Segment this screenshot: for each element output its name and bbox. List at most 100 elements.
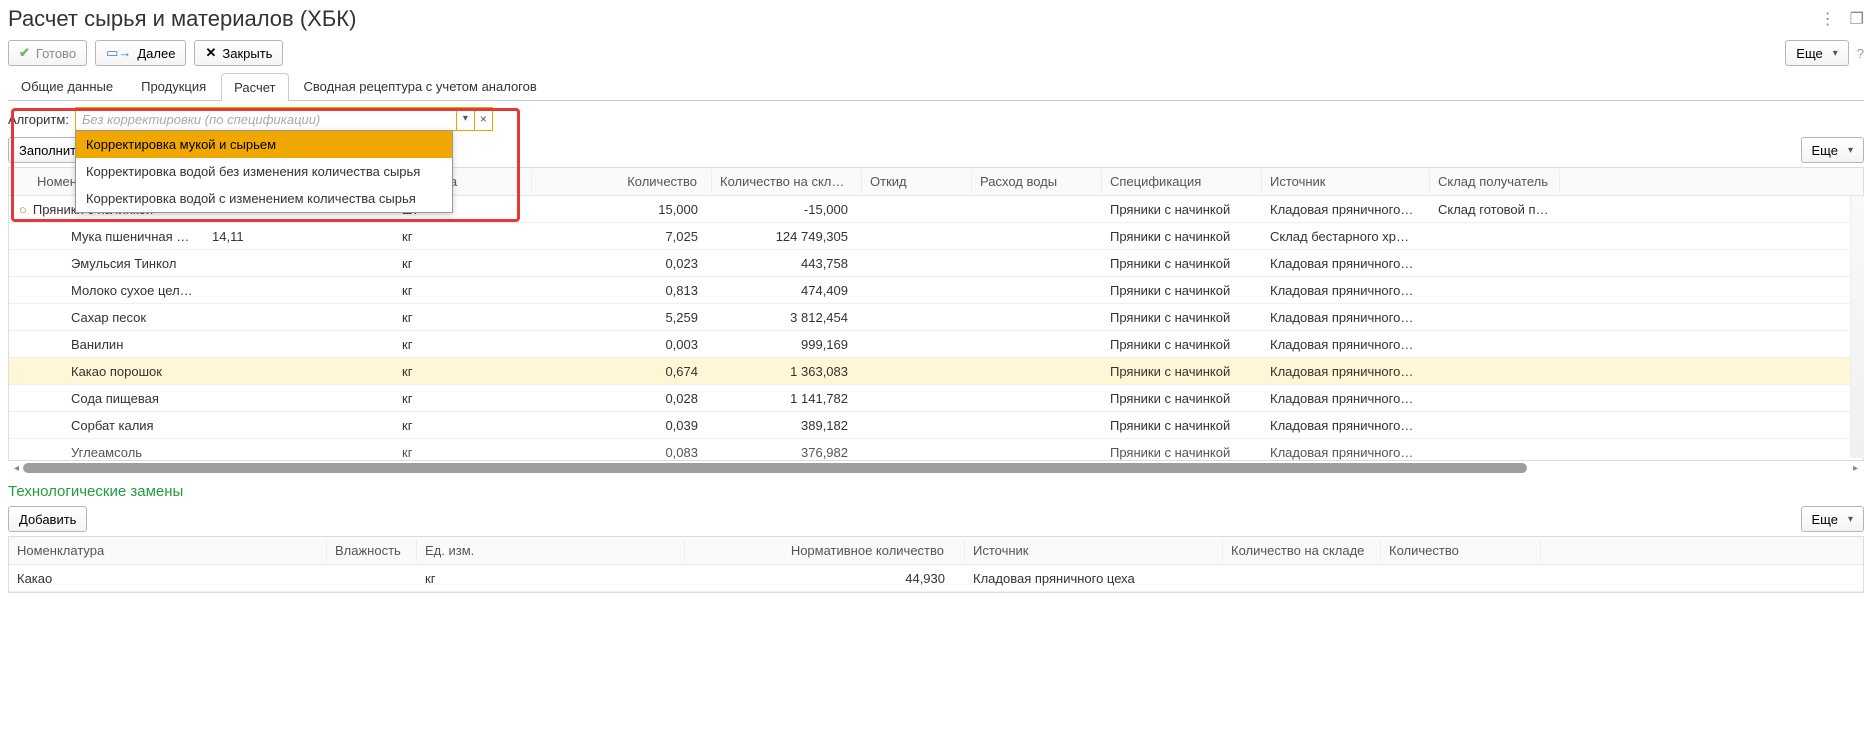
- col-header[interactable]: Источник: [965, 539, 1223, 562]
- window-icon[interactable]: ❐: [1850, 9, 1864, 29]
- add-button-label: Добавить: [19, 512, 76, 527]
- algorithm-input[interactable]: [76, 108, 456, 130]
- cell: Какао: [9, 568, 327, 589]
- next-icon: ▭→: [106, 45, 131, 61]
- cell: кг: [394, 388, 532, 409]
- cell: [204, 422, 394, 428]
- col-header[interactable]: Влажность: [327, 539, 417, 562]
- col-header[interactable]: Номенклатура: [9, 539, 327, 562]
- table-row[interactable]: Сода пищеваякг0,0281 141,782Пряники с на…: [9, 385, 1863, 412]
- cell: Кладовая пряничного…: [1262, 415, 1430, 436]
- table-row[interactable]: Молоко сухое цел…кг0,813474,409Пряники с…: [9, 277, 1863, 304]
- table-row[interactable]: Мука пшеничная …14,11кг7,025124 749,305П…: [9, 223, 1863, 250]
- cell: кг: [394, 334, 532, 355]
- tab-0[interactable]: Общие данные: [8, 72, 126, 100]
- cell: 0,813: [532, 280, 712, 301]
- cell: [204, 368, 394, 374]
- help-icon[interactable]: ?: [1857, 46, 1864, 61]
- algo-option-2[interactable]: Корректировка водой с изменением количес…: [76, 185, 452, 212]
- more-button-table1[interactable]: Еще ▾: [1801, 137, 1864, 163]
- col-header[interactable]: Количество: [1381, 539, 1541, 562]
- cell: 999,169: [712, 334, 862, 355]
- close-button[interactable]: ✕ Закрыть: [194, 40, 283, 66]
- next-button[interactable]: ▭→ Далее: [95, 40, 186, 66]
- cell: [1430, 450, 1560, 456]
- col-header[interactable]: Спецификация: [1102, 170, 1262, 193]
- cell: [1430, 260, 1560, 266]
- cell: Склад готовой про…: [1430, 199, 1560, 220]
- chevron-down-icon: ▾: [1848, 145, 1853, 156]
- cell: [1430, 233, 1560, 239]
- cell: [1430, 314, 1560, 320]
- cell: [327, 575, 417, 581]
- cell: Кладовая пряничного…: [1262, 388, 1430, 409]
- more-button-label: Еще: [1812, 143, 1838, 158]
- cell: Кладовая пряничного…: [1262, 442, 1430, 460]
- cell: [972, 341, 1102, 347]
- table-row[interactable]: Эмульсия Тинколкг0,023443,758Пряники с н…: [9, 250, 1863, 277]
- table-row[interactable]: Какао порошоккг0,6741 363,083Пряники с н…: [9, 358, 1863, 385]
- cell: Пряники с начинкой: [1102, 226, 1262, 247]
- combo-dropdown-icon[interactable]: ▾: [456, 108, 474, 130]
- tab-3[interactable]: Сводная рецептура с учетом аналогов: [291, 72, 550, 100]
- col-header[interactable]: Ед. изм.: [417, 539, 685, 562]
- col-header[interactable]: Склад получатель: [1430, 170, 1560, 193]
- col-header[interactable]: Нормативное количество: [685, 539, 965, 562]
- horizontal-scrollbar[interactable]: ◂ ▸: [8, 461, 1864, 475]
- cell: 14,11: [204, 226, 394, 247]
- scrollbar-track[interactable]: [23, 463, 1527, 473]
- cell: кг: [394, 415, 532, 436]
- cell: Сода пищевая: [9, 388, 204, 409]
- cell: 443,758: [712, 253, 862, 274]
- col-header[interactable]: Количество на складе: [712, 170, 862, 193]
- col-header[interactable]: Количество: [532, 170, 712, 193]
- algo-option-0[interactable]: Корректировка мукой и сырьем: [76, 131, 452, 158]
- col-header[interactable]: Количество на складе: [1223, 539, 1381, 562]
- cell: Мука пшеничная …: [9, 226, 204, 247]
- combo-clear-icon[interactable]: ×: [474, 108, 492, 130]
- algorithm-dropdown: Корректировка мукой и сырьемКорректировк…: [75, 130, 453, 213]
- cell: Пряники с начинкой: [1102, 388, 1262, 409]
- table-row[interactable]: Какаокг44,930Кладовая пряничного цеха: [9, 565, 1863, 592]
- cell: 44,930: [685, 568, 965, 589]
- close-button-label: Закрыть: [222, 46, 272, 61]
- vertical-scrollbar[interactable]: [1850, 196, 1864, 458]
- cell: Эмульсия Тинкол: [9, 253, 204, 274]
- fill-button-label: Заполнить: [19, 143, 83, 158]
- algo-option-1[interactable]: Корректировка водой без изменения количе…: [76, 158, 452, 185]
- tab-2[interactable]: Расчет: [221, 73, 288, 101]
- kebab-icon[interactable]: ⋮: [1820, 9, 1836, 29]
- col-header[interactable]: Источник: [1262, 170, 1430, 193]
- cell: [972, 233, 1102, 239]
- table-row[interactable]: Сахар песоккг5,2593 812,454Пряники с нач…: [9, 304, 1863, 331]
- cell: Пряники с начинкой: [1102, 334, 1262, 355]
- table-row[interactable]: Сорбат калиякг0,039389,182Пряники с начи…: [9, 412, 1863, 439]
- cell: Склад бестарного хр…: [1262, 226, 1430, 247]
- more-button-top[interactable]: Еще ▾: [1785, 40, 1848, 66]
- scroll-right-icon[interactable]: ▸: [1853, 463, 1858, 474]
- col-header[interactable]: Расход воды: [972, 170, 1102, 193]
- algorithm-combo[interactable]: ▾ ×: [75, 107, 493, 131]
- table-row[interactable]: Ванилинкг0,003999,169Пряники с начинкойК…: [9, 331, 1863, 358]
- cell: кг: [394, 307, 532, 328]
- close-icon: ✕: [205, 45, 216, 61]
- cell: [862, 233, 972, 239]
- ready-button[interactable]: ✔ Готово: [8, 40, 87, 66]
- cell: Кладовая пряничного…: [1262, 334, 1430, 355]
- cell: кг: [394, 226, 532, 247]
- cell: [204, 341, 394, 347]
- cell: Сорбат калия: [9, 415, 204, 436]
- col-header[interactable]: Откид: [862, 170, 972, 193]
- more-button-table2[interactable]: Еще ▾: [1801, 506, 1864, 532]
- cell: Кладовая пряничного цеха: [965, 568, 1223, 589]
- cell: [1223, 575, 1381, 581]
- tab-1[interactable]: Продукция: [128, 72, 219, 100]
- cell: [972, 450, 1102, 456]
- scroll-left-icon[interactable]: ◂: [14, 463, 19, 474]
- more-button-label: Еще: [1812, 512, 1838, 527]
- cell: 0,028: [532, 388, 712, 409]
- add-button[interactable]: Добавить: [8, 506, 87, 532]
- cell: [862, 395, 972, 401]
- table-row[interactable]: Углеамсолькг0,083376,982Пряники с начинк…: [9, 439, 1863, 460]
- cell: Ванилин: [9, 334, 204, 355]
